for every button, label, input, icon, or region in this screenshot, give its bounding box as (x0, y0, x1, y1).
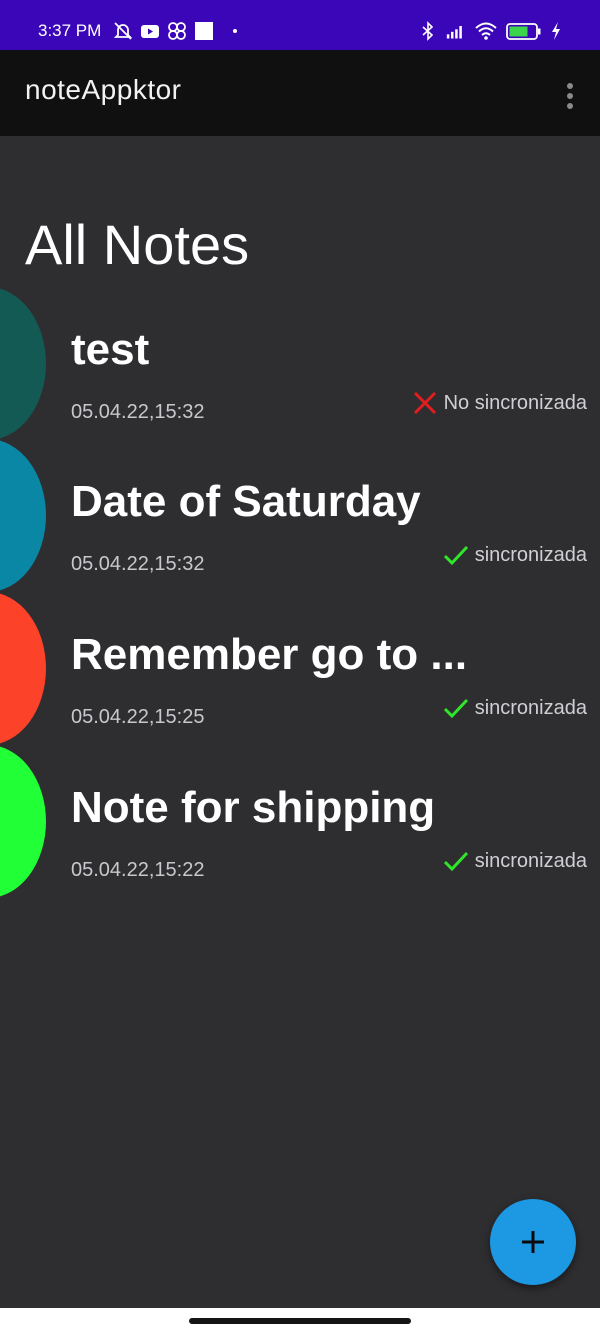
note-color-indicator (0, 592, 46, 745)
note-sync-status: sincronizada (443, 696, 587, 720)
synced-check-icon (443, 545, 468, 566)
note-color-indicator (0, 745, 46, 898)
plus-icon (522, 1231, 544, 1253)
bluetooth-icon (422, 21, 434, 41)
charging-icon (552, 22, 560, 40)
note-sync-status: sincronizada (443, 543, 587, 567)
not-synced-icon (413, 391, 436, 415)
page-title: All Notes (25, 212, 250, 276)
note-sync-status: No sincronizada (412, 391, 587, 415)
note-color-indicator (0, 287, 46, 440)
youtube-icon (141, 25, 159, 38)
note-title: Remember go to ... (71, 630, 468, 679)
app-title: noteAppktor (25, 74, 182, 105)
note-item[interactable]: Date of Saturday 05.04.22,15:32 sincroni… (0, 439, 600, 592)
note-sync-label: sincronizada (474, 543, 587, 566)
note-title: Date of Saturday (71, 477, 421, 526)
note-sync-label: No sincronizada (443, 391, 587, 414)
note-sync-label: sincronizada (474, 696, 587, 719)
navigation-bar (0, 1308, 600, 1333)
synced-check-icon (443, 698, 468, 719)
battery-icon (506, 23, 541, 40)
note-date: 05.04.22,15:32 (71, 553, 205, 575)
note-item[interactable]: test 05.04.22,15:32 No sincronizada (0, 287, 600, 440)
add-note-button[interactable] (490, 1199, 576, 1285)
more-vert-icon[interactable] (564, 82, 576, 110)
note-date: 05.04.22,15:25 (71, 706, 205, 728)
app-bar: noteAppktor (0, 50, 600, 136)
note-color-indicator (0, 439, 46, 592)
synced-check-icon (443, 851, 468, 872)
status-bar: 3:37 PM (0, 0, 600, 50)
note-sync-label: sincronizada (474, 849, 587, 872)
note-title: test (71, 325, 150, 374)
note-title: Note for shipping (71, 783, 436, 832)
square-icon (195, 22, 213, 40)
status-time: 3:37 PM (38, 21, 102, 40)
note-date: 05.04.22,15:22 (71, 859, 205, 881)
home-gesture-handle[interactable] (189, 1318, 411, 1324)
dot-icon (233, 29, 237, 33)
note-item[interactable]: Remember go to ... 05.04.22,15:25 sincro… (0, 592, 600, 745)
pinwheel-icon (168, 22, 186, 40)
notes-screen: All Notes test 05.04.22,15:32 No sincron… (0, 136, 600, 1308)
note-item[interactable]: Note for shipping 05.04.22,15:22 sincron… (0, 745, 600, 898)
note-sync-status: sincronizada (443, 849, 587, 873)
mute-icon (113, 22, 133, 40)
note-date: 05.04.22,15:32 (71, 401, 205, 423)
status-right-icons (418, 21, 562, 41)
signal-icon (446, 26, 462, 39)
wifi-icon (475, 22, 497, 40)
status-left-icons (113, 21, 241, 41)
